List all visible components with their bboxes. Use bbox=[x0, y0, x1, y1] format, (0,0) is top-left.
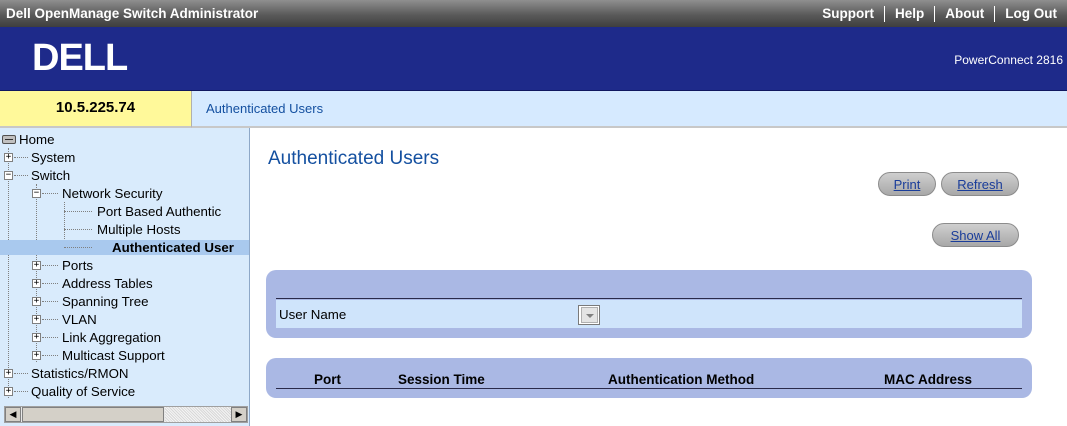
user-name-label: User Name bbox=[279, 307, 347, 322]
tree-dash bbox=[42, 283, 58, 284]
column-header-mac-address: MAC Address bbox=[884, 372, 973, 387]
expand-plus-icon[interactable]: + bbox=[32, 351, 41, 360]
collapse-minus-icon[interactable]: − bbox=[32, 189, 41, 198]
tree-label-port-based-auth: Port Based Authentic bbox=[97, 204, 222, 219]
filter-divider bbox=[276, 298, 1022, 299]
about-link[interactable]: About bbox=[934, 5, 994, 22]
tree-label-link-aggregation: Link Aggregation bbox=[62, 330, 162, 345]
dell-logo: DELL bbox=[32, 37, 129, 77]
home-icon bbox=[2, 135, 16, 144]
table-header-divider bbox=[276, 388, 1022, 389]
scroll-left-icon[interactable]: ◀ bbox=[5, 407, 21, 422]
model-name: PowerConnect 2816 bbox=[954, 53, 1063, 67]
tree-dash bbox=[14, 373, 28, 374]
filter-panel: User Name bbox=[266, 270, 1032, 338]
authenticated-users-table: Port Session Time Authentication Method … bbox=[266, 358, 1032, 398]
app-title: Dell OpenManage Switch Administrator bbox=[6, 6, 259, 21]
tree-dash bbox=[64, 229, 92, 230]
dropdown-arrow-icon[interactable] bbox=[581, 307, 598, 323]
tree-item-network-security[interactable]: − Network Security bbox=[0, 186, 249, 201]
tree-dash bbox=[42, 319, 58, 320]
tree-label-switch: Switch bbox=[31, 168, 71, 183]
dell-logo-text: DELL bbox=[32, 37, 128, 77]
tree-item-ports[interactable]: + Ports bbox=[0, 258, 249, 273]
user-name-select[interactable] bbox=[578, 305, 600, 325]
tree-item-vlan[interactable]: + VLAN bbox=[0, 312, 249, 327]
tree-label-address-tables: Address Tables bbox=[62, 276, 153, 291]
page-title: Authenticated Users bbox=[268, 148, 440, 169]
sidebar-horizontal-scrollbar[interactable]: ◀ ▶ bbox=[4, 406, 248, 423]
tree-label-multiple-hosts: Multiple Hosts bbox=[97, 222, 181, 237]
scrollbar-track[interactable] bbox=[165, 407, 231, 422]
tree-dash bbox=[42, 355, 58, 356]
refresh-button[interactable]: Refresh bbox=[941, 172, 1019, 196]
tree-label-system: System bbox=[31, 150, 76, 165]
app-window: Dell OpenManage Switch Administrator Sup… bbox=[0, 0, 1067, 426]
expand-plus-icon[interactable]: + bbox=[4, 387, 13, 396]
tree-dash bbox=[14, 175, 28, 176]
tree-item-switch[interactable]: − Switch bbox=[0, 168, 249, 183]
expand-plus-icon[interactable]: + bbox=[4, 369, 13, 378]
tree-item-quality-of-service[interactable]: + Quality of Service bbox=[0, 384, 249, 399]
logout-link[interactable]: Log Out bbox=[994, 5, 1067, 22]
top-bar: Dell OpenManage Switch Administrator Sup… bbox=[0, 0, 1067, 27]
print-button[interactable]: Print bbox=[878, 172, 936, 196]
sidebar-tree-pane: Home + System − Switch − Network Securit… bbox=[0, 128, 250, 426]
tree-dash bbox=[42, 193, 58, 194]
user-name-filter-row: User Name bbox=[276, 300, 1022, 328]
tree-label-ports: Ports bbox=[62, 258, 94, 273]
tree-dash bbox=[64, 247, 92, 248]
expand-plus-icon[interactable]: + bbox=[32, 279, 41, 288]
tree-dash bbox=[42, 301, 58, 302]
scroll-right-icon[interactable]: ▶ bbox=[231, 407, 247, 422]
expand-plus-icon[interactable]: + bbox=[4, 153, 13, 162]
device-ip: 10.5.225.74 bbox=[0, 91, 192, 128]
tree-item-home[interactable]: Home bbox=[0, 132, 249, 147]
show-all-button[interactable]: Show All bbox=[932, 223, 1019, 247]
tree-item-link-aggregation[interactable]: + Link Aggregation bbox=[0, 330, 249, 345]
breadcrumb: Authenticated Users bbox=[206, 101, 324, 116]
tree-label-statistics-rmon: Statistics/RMON bbox=[31, 366, 129, 381]
tree-dash bbox=[42, 337, 58, 338]
column-header-session-time: Session Time bbox=[398, 372, 485, 387]
column-header-port: Port bbox=[314, 372, 341, 387]
expand-plus-icon[interactable]: + bbox=[32, 315, 41, 324]
tree-dash bbox=[42, 265, 58, 266]
tree-dash bbox=[64, 211, 92, 212]
tree-item-port-based-auth[interactable]: Port Based Authentic bbox=[0, 204, 249, 219]
tree-item-address-tables[interactable]: + Address Tables bbox=[0, 276, 249, 291]
breadcrumb-bar: Authenticated Users bbox=[192, 91, 1067, 128]
tree-dash bbox=[14, 157, 28, 158]
tree-label-quality-of-service: Quality of Service bbox=[31, 384, 136, 399]
collapse-minus-icon[interactable]: − bbox=[4, 171, 13, 180]
expand-plus-icon[interactable]: + bbox=[32, 297, 41, 306]
tree-label-network-security: Network Security bbox=[62, 186, 163, 201]
column-header-authentication-method: Authentication Method bbox=[608, 372, 755, 387]
tree-label-vlan: VLAN bbox=[62, 312, 97, 327]
tree-item-system[interactable]: + System bbox=[0, 150, 249, 165]
tree-item-spanning-tree[interactable]: + Spanning Tree bbox=[0, 294, 249, 309]
tree-label-home: Home bbox=[19, 132, 55, 147]
tree-item-authenticated-users[interactable]: Authenticated User bbox=[0, 240, 249, 255]
tree-label-multicast-support: Multicast Support bbox=[62, 348, 165, 363]
tree-label-spanning-tree: Spanning Tree bbox=[62, 294, 149, 309]
top-links: Support Help About Log Out bbox=[812, 0, 1067, 27]
tree-item-multiple-hosts[interactable]: Multiple Hosts bbox=[0, 222, 249, 237]
scrollbar-thumb[interactable] bbox=[22, 407, 164, 422]
header-banner: DELL PowerConnect 2816 bbox=[0, 27, 1067, 91]
tree-item-multicast-support[interactable]: + Multicast Support bbox=[0, 348, 249, 363]
tree-dash bbox=[14, 391, 28, 392]
tree-label-authenticated-users: Authenticated User bbox=[112, 240, 234, 255]
help-link[interactable]: Help bbox=[884, 5, 934, 22]
support-link[interactable]: Support bbox=[812, 6, 884, 22]
expand-plus-icon[interactable]: + bbox=[32, 261, 41, 270]
tree-item-statistics-rmon[interactable]: + Statistics/RMON bbox=[0, 366, 249, 381]
expand-plus-icon[interactable]: + bbox=[32, 333, 41, 342]
